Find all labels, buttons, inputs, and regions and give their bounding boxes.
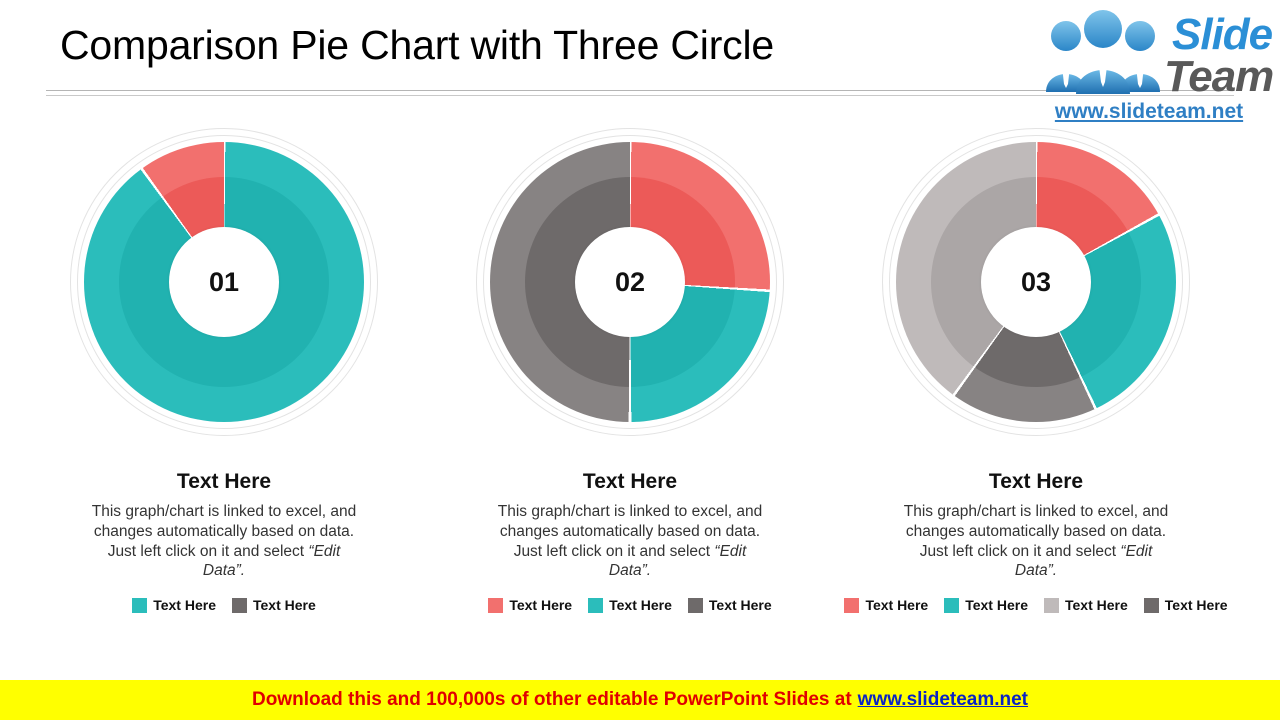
donut-chart-3[interactable]: 03: [876, 128, 1196, 436]
legend-label: Text Here: [153, 597, 216, 614]
legend-swatch-icon: [1044, 597, 1059, 613]
legend-swatch-icon: [588, 597, 604, 613]
legend-item: Text Here: [588, 597, 672, 613]
slide-header: Comparison Pie Chart with Three Circle S…: [0, 0, 1280, 123]
column-body-3: This graph/chart is linked to excel, and…: [900, 502, 1172, 581]
comparison-column-1: 01 Text Here This graph/chart is linked …: [22, 128, 426, 652]
legend-item: Text Here: [1044, 597, 1128, 613]
legend-item: Text Here: [488, 597, 572, 613]
legend-label: Text Here: [708, 597, 772, 614]
legend-swatch-icon: [232, 597, 247, 613]
legend-label: Text Here: [253, 597, 316, 614]
donut-center-label: 03: [981, 227, 1091, 337]
donut-chart-1[interactable]: 01: [64, 128, 384, 436]
legend-label: Text Here: [965, 597, 1028, 614]
legend-swatch-icon: [1143, 597, 1159, 613]
legend-2: Text Here Text Here Text Here: [428, 597, 832, 613]
legend-item: Text Here: [1143, 597, 1228, 614]
page-title: Comparison Pie Chart with Three Circle: [60, 22, 774, 68]
legend-item: Text Here: [844, 597, 928, 613]
donut-center-label: 01: [169, 227, 279, 337]
legend-1: Text Here Text Here: [22, 597, 426, 613]
footer-link[interactable]: www.slideteam.net: [858, 689, 1028, 711]
comparison-columns: 01 Text Here This graph/chart is linked …: [0, 128, 1280, 652]
logo-text-team: Team: [1164, 52, 1274, 101]
legend-label: Text Here: [1065, 597, 1128, 614]
legend-item: Text Here: [944, 597, 1028, 613]
footer-banner: Download this and 100,000s of other edit…: [0, 680, 1280, 720]
legend-label: Text Here: [509, 597, 573, 614]
legend-swatch-icon: [132, 597, 148, 613]
legend-swatch-icon: [488, 597, 504, 613]
footer-text: Download this and 100,000s of other edit…: [251, 689, 852, 710]
legend-swatch-icon: [844, 597, 860, 613]
three-people-icon: [1044, 10, 1162, 99]
legend-swatch-icon: [944, 597, 960, 613]
legend-label: Text Here: [609, 597, 672, 614]
legend-swatch-icon: [687, 597, 703, 613]
comparison-column-2: 02 Text Here This graph/chart is linked …: [428, 128, 832, 652]
legend-3: Text Here Text Here Text Here Text Here: [834, 597, 1238, 613]
slideteam-logo[interactable]: Slide Team www.slideteam.net: [1012, 4, 1274, 130]
logo-url[interactable]: www.slideteam.net: [1034, 100, 1264, 124]
legend-label: Text Here: [865, 597, 929, 614]
legend-label: Text Here: [1164, 597, 1228, 614]
comparison-column-3: 03 Text Here This graph/chart is linked …: [834, 128, 1238, 652]
column-heading-2: Text Here: [582, 470, 678, 493]
legend-item: Text Here: [132, 597, 216, 613]
legend-item: Text Here: [687, 597, 772, 614]
donut-center-label: 02: [575, 227, 685, 337]
column-heading-3: Text Here: [988, 470, 1084, 493]
legend-item: Text Here: [232, 597, 316, 613]
donut-chart-2[interactable]: 02: [470, 128, 790, 436]
column-body-2: This graph/chart is linked to excel, and…: [494, 502, 766, 581]
column-body-1: This graph/chart is linked to excel, and…: [88, 502, 360, 581]
column-heading-1: Text Here: [176, 470, 272, 493]
